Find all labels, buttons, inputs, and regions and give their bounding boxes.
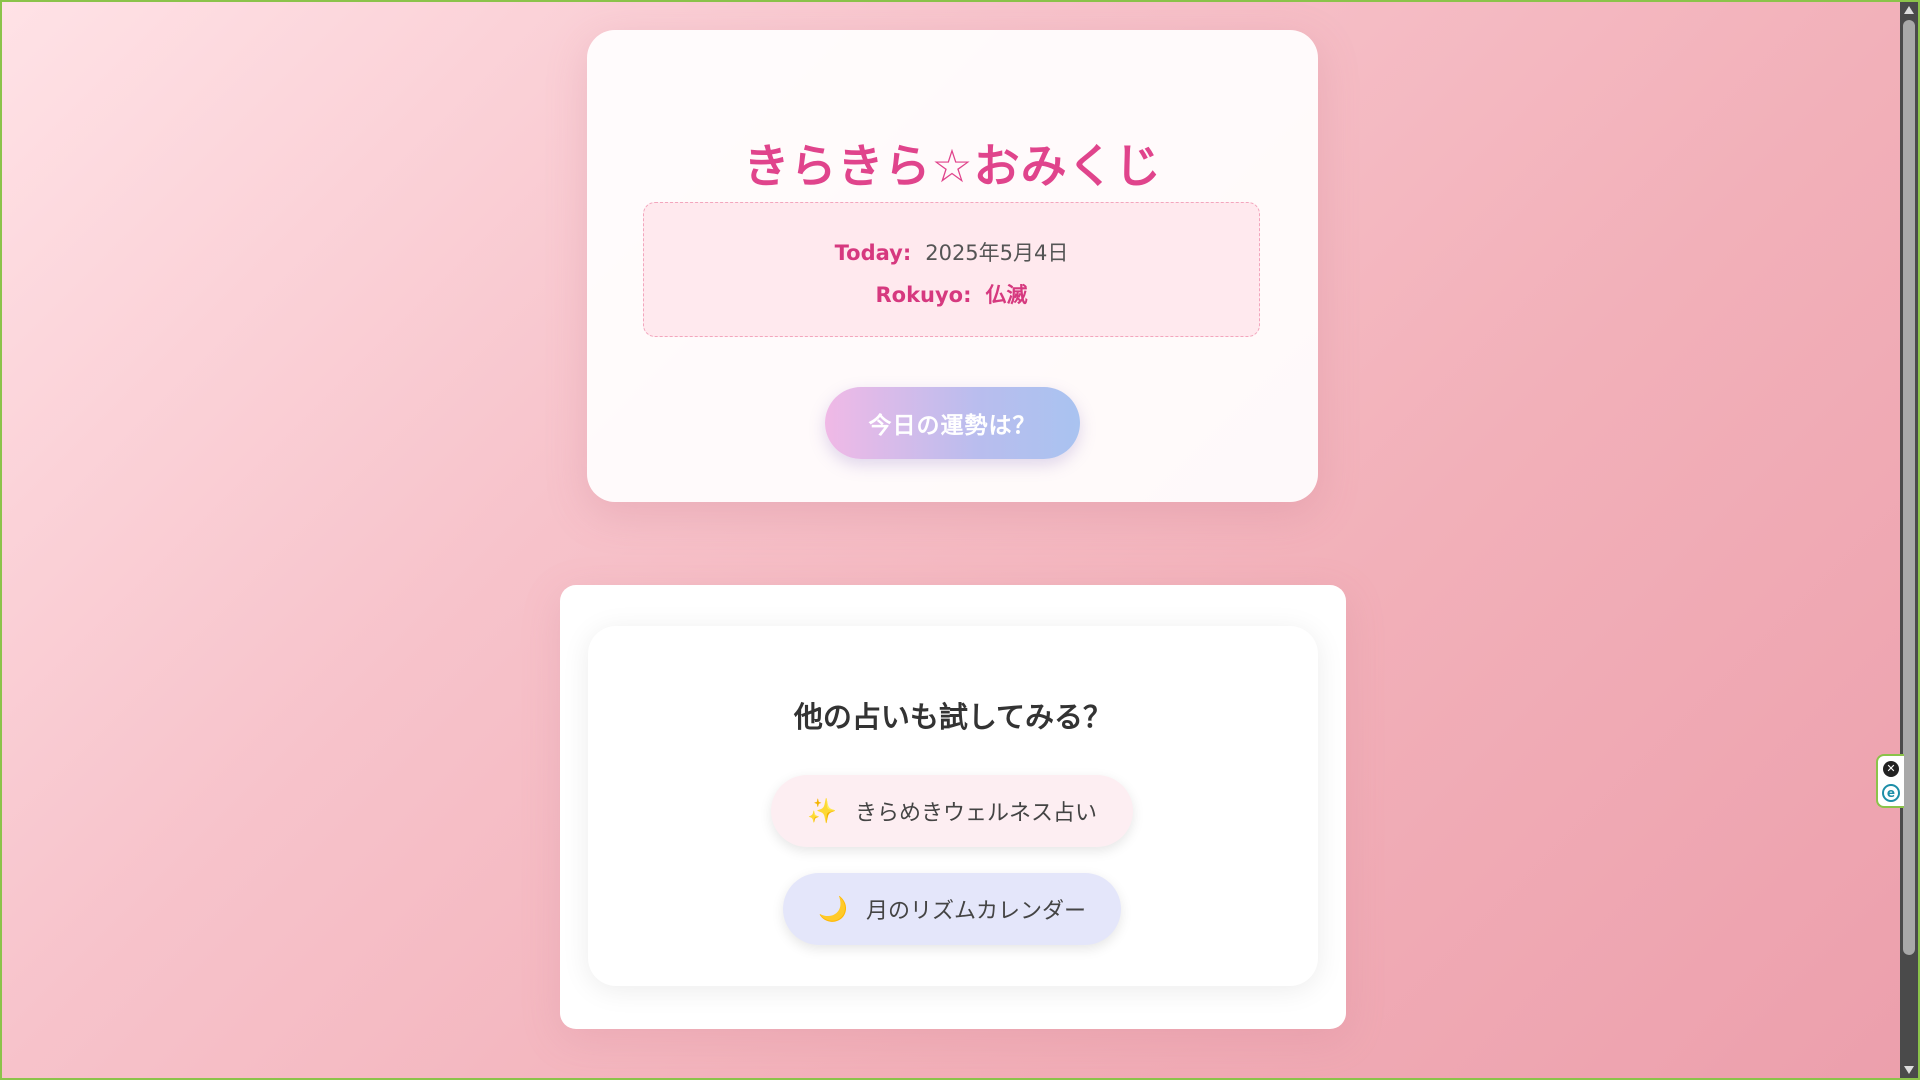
scroll-down-arrow-icon[interactable] <box>1904 1066 1914 1074</box>
other-fortunes-heading: 他の占いも試してみる？ <box>793 700 1113 734</box>
wellness-fortune-link[interactable]: ✨ きらめきウェルネス占い <box>771 775 1133 847</box>
close-icon[interactable]: ✕ <box>1883 761 1899 777</box>
crescent-moon-icon: 🌙 <box>818 895 848 923</box>
today-label: Today: <box>834 241 912 265</box>
scroll-thumb[interactable] <box>1903 20 1915 955</box>
rokuyo-row: Rokuyo: 仏滅 <box>644 279 1259 309</box>
other-fortunes-card: 他の占いも試してみる？ ✨ きらめきウェルネス占い 🌙 月のリズムカレンダー <box>588 626 1318 986</box>
draw-fortune-button[interactable]: 今日の運勢は？ <box>825 387 1080 459</box>
rokuyo-label: Rokuyo: <box>875 283 972 307</box>
today-row: Today: 2025年5月4日 <box>644 237 1259 267</box>
rokuyo-value: 仏滅 <box>985 283 1028 307</box>
extension-widget: ✕ e <box>1876 754 1904 808</box>
other-fortunes-section: 他の占いも試してみる？ ✨ きらめきウェルネス占い 🌙 月のリズムカレンダー <box>560 585 1346 1029</box>
date-info-box: Today: 2025年5月4日 Rokuyo: 仏滅 <box>643 202 1260 337</box>
extension-e-icon[interactable]: e <box>1882 784 1900 802</box>
vertical-scrollbar[interactable] <box>1900 2 1918 1078</box>
page-title: きらきら☆おみくじ <box>743 139 1162 193</box>
moon-calendar-link[interactable]: 🌙 月のリズムカレンダー <box>783 873 1121 945</box>
omikuji-card: きらきら☆おみくじ Today: 2025年5月4日 Rokuyo: 仏滅 今日の運… <box>587 30 1318 502</box>
scroll-up-arrow-icon[interactable] <box>1904 6 1914 14</box>
wellness-fortune-label: きらめきウェルネス占い <box>854 801 1097 826</box>
moon-calendar-label: 月のリズムカレンダー <box>865 899 1086 924</box>
today-value: 2025年5月4日 <box>925 241 1069 265</box>
sparkles-icon: ✨ <box>807 797 837 825</box>
